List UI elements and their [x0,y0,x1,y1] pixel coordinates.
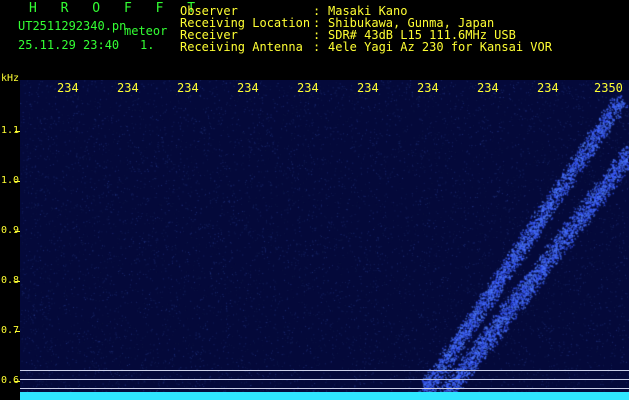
antenna-label: Receiving Antenna [180,40,303,54]
antenna-separator: : [313,40,321,54]
header-panel: H R O F F T UT2511292340.pn meteor 25.11… [0,0,629,72]
x-tick-label: 234 [417,81,439,95]
x-tick-label: 234 [537,81,559,95]
capture-datetime: 25.11.29 23:40 [18,38,120,52]
reference-line [20,379,629,380]
y-tick-mark [15,281,20,282]
mode-label: meteor [124,24,168,38]
y-tick-mark [15,381,20,382]
x-tick-label: 234 [117,81,139,95]
spectrogram-plot [20,80,629,394]
signal-level-bar [20,392,629,400]
x-tick-label: 2350 [594,81,623,95]
page-indicator: 1. [140,38,155,52]
y-axis-panel [0,72,20,400]
waterfall-canvas [20,80,629,394]
y-tick-mark [15,181,20,182]
x-tick-label: 234 [357,81,379,95]
y-tick-mark [15,131,20,132]
y-tick-mark [15,231,20,232]
reference-line [20,388,629,389]
app-title: H R O F F T [29,1,204,16]
x-tick-label: 234 [57,81,79,95]
file-name: UT2511292340.pn [18,19,127,33]
y-tick-mark [15,331,20,332]
x-tick-label: 234 [297,81,319,95]
y-axis-unit: kHz [1,73,20,84]
x-tick-label: 234 [177,81,199,95]
antenna-value: 4ele Yagi Az 230 for Kansai VOR [328,40,552,54]
x-tick-label: 234 [477,81,499,95]
x-tick-label: 234 [237,81,259,95]
reference-line [20,370,629,371]
